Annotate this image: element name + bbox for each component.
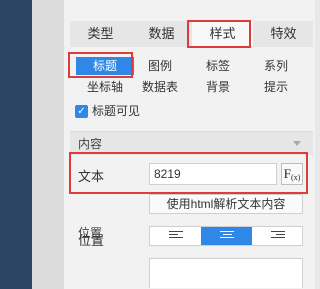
- align-center-icon: [220, 231, 234, 241]
- formula-f-label: F: [283, 166, 291, 181]
- left-sidebar: [0, 0, 32, 289]
- formula-button[interactable]: F(x): [281, 163, 303, 185]
- subtab-axis[interactable]: 坐标轴: [76, 78, 134, 96]
- subtab-label[interactable]: 标签: [189, 57, 247, 75]
- align-right-icon: [271, 231, 285, 241]
- subtab-tooltip[interactable]: 提示: [247, 78, 305, 96]
- html-parse-button[interactable]: 使用html解析文本内容: [149, 194, 303, 214]
- tab-type[interactable]: 类型: [70, 21, 131, 47]
- align-right-button[interactable]: [252, 227, 303, 245]
- align-left-icon: [169, 231, 183, 241]
- title-visible-label: 标题可见: [92, 104, 141, 118]
- content-section-header[interactable]: 内容: [70, 131, 313, 155]
- formula-x-label: (x): [290, 173, 301, 182]
- collapse-caret-icon: [293, 141, 301, 146]
- tab-style[interactable]: 样式: [192, 21, 253, 47]
- main-tab-bar: 类型 数据 样式 特效: [70, 21, 313, 47]
- screenshot-root: 类型 数据 样式 特效 标题 图例 标签 系列 坐标轴 数据表 背景 提示 ✓ …: [0, 0, 315, 289]
- subtab-datatable[interactable]: 数据表: [131, 78, 189, 96]
- tab-data[interactable]: 数据: [131, 21, 192, 47]
- position-label: 位置: [78, 233, 105, 248]
- alignment-button-group: [149, 226, 303, 246]
- text-field-label: 文本: [78, 169, 105, 184]
- align-center-button[interactable]: [201, 227, 252, 245]
- title-visible-checkbox[interactable]: ✓: [75, 105, 88, 118]
- content-section-title: 内容: [78, 137, 103, 151]
- tab-effects[interactable]: 特效: [253, 21, 314, 47]
- align-left-button[interactable]: [150, 227, 201, 245]
- title-text-input[interactable]: [149, 163, 277, 185]
- subtab-title[interactable]: 标题: [76, 57, 134, 75]
- panel-gutter: [32, 0, 64, 289]
- subtab-series[interactable]: 系列: [247, 57, 305, 75]
- subtab-background[interactable]: 背景: [189, 78, 247, 96]
- subtab-legend[interactable]: 图例: [131, 57, 189, 75]
- next-control-box: [149, 258, 303, 288]
